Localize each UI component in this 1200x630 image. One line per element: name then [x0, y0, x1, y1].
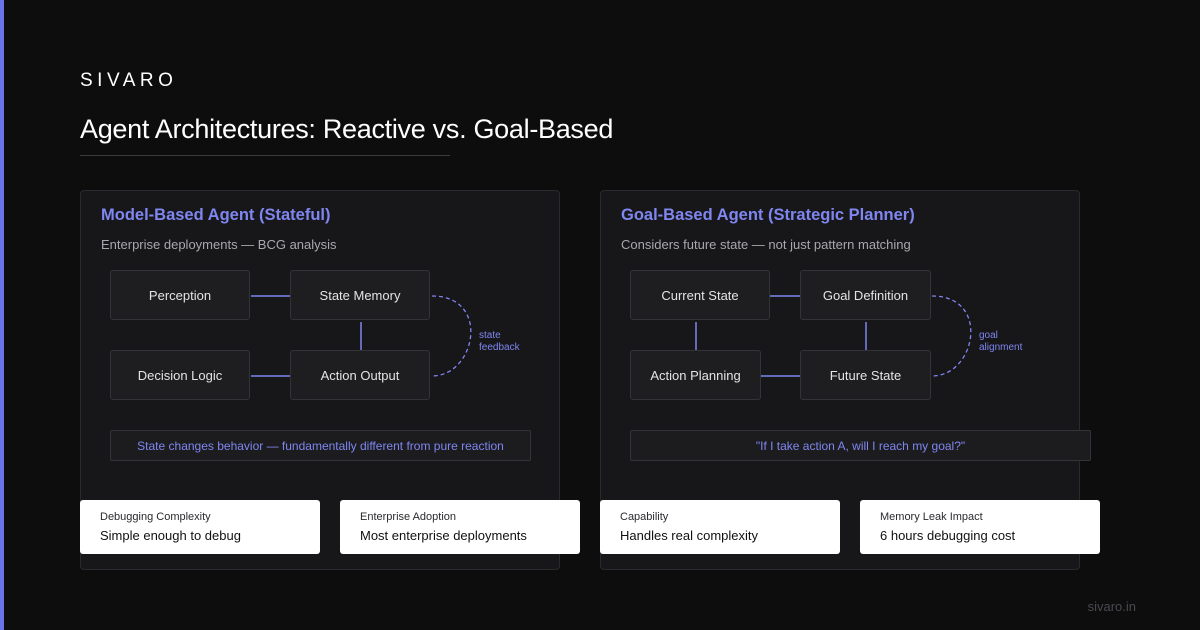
- stat-label: Memory Leak Impact: [880, 511, 983, 523]
- brand-logo: SIVARO: [80, 70, 178, 91]
- page-title: Agent Architectures: Reactive vs. Goal-B…: [80, 114, 614, 144]
- stat-label: Capability: [620, 511, 669, 523]
- stat-value: Simple enough to debug: [100, 528, 241, 543]
- node-state-memory: State Memory: [290, 270, 430, 320]
- node-decision-logic: Decision Logic: [110, 350, 250, 400]
- node-current-state: Current State: [630, 270, 770, 320]
- insight-box: "If I take action A, will I reach my goa…: [630, 430, 1091, 461]
- footer-url[interactable]: sivaro.in: [1088, 599, 1136, 614]
- panel-subtitle: Enterprise deployments — BCG analysis: [101, 237, 337, 252]
- node-goal-definition: Goal Definition: [800, 270, 931, 320]
- stat-value: Most enterprise deployments: [360, 528, 527, 543]
- goal-alignment-label: goal alignment: [979, 330, 1023, 353]
- node-action-planning: Action Planning: [630, 350, 761, 400]
- insight-box: State changes behavior — fundamentally d…: [110, 430, 531, 461]
- stat-card-capability: Capability Handles real complexity: [600, 500, 840, 554]
- panel-title: Goal-Based Agent (Strategic Planner): [621, 206, 915, 224]
- panel-title: Model-Based Agent (Stateful): [101, 206, 331, 224]
- stat-card-memory-leak-impact: Memory Leak Impact 6 hours debugging cos…: [860, 500, 1100, 554]
- stat-value: Handles real complexity: [620, 528, 759, 543]
- state-feedback-label: state feedback: [479, 330, 520, 353]
- goal-alignment-loop: [931, 295, 972, 377]
- node-future-state: Future State: [800, 350, 931, 400]
- stat-card-enterprise-adoption: Enterprise Adoption Most enterprise depl…: [340, 500, 580, 554]
- title-divider: [80, 155, 450, 156]
- state-feedback-loop: [431, 295, 472, 377]
- stat-label: Debugging Complexity: [100, 511, 211, 523]
- node-perception: Perception: [110, 270, 250, 320]
- accent-bar: [0, 0, 4, 630]
- stat-value: 6 hours debugging cost: [880, 528, 1016, 543]
- node-action-output: Action Output: [290, 350, 430, 400]
- panel-subtitle: Considers future state — not just patter…: [621, 237, 911, 252]
- stat-card-debugging-complexity: Debugging Complexity Simple enough to de…: [80, 500, 320, 554]
- stat-label: Enterprise Adoption: [360, 511, 457, 523]
